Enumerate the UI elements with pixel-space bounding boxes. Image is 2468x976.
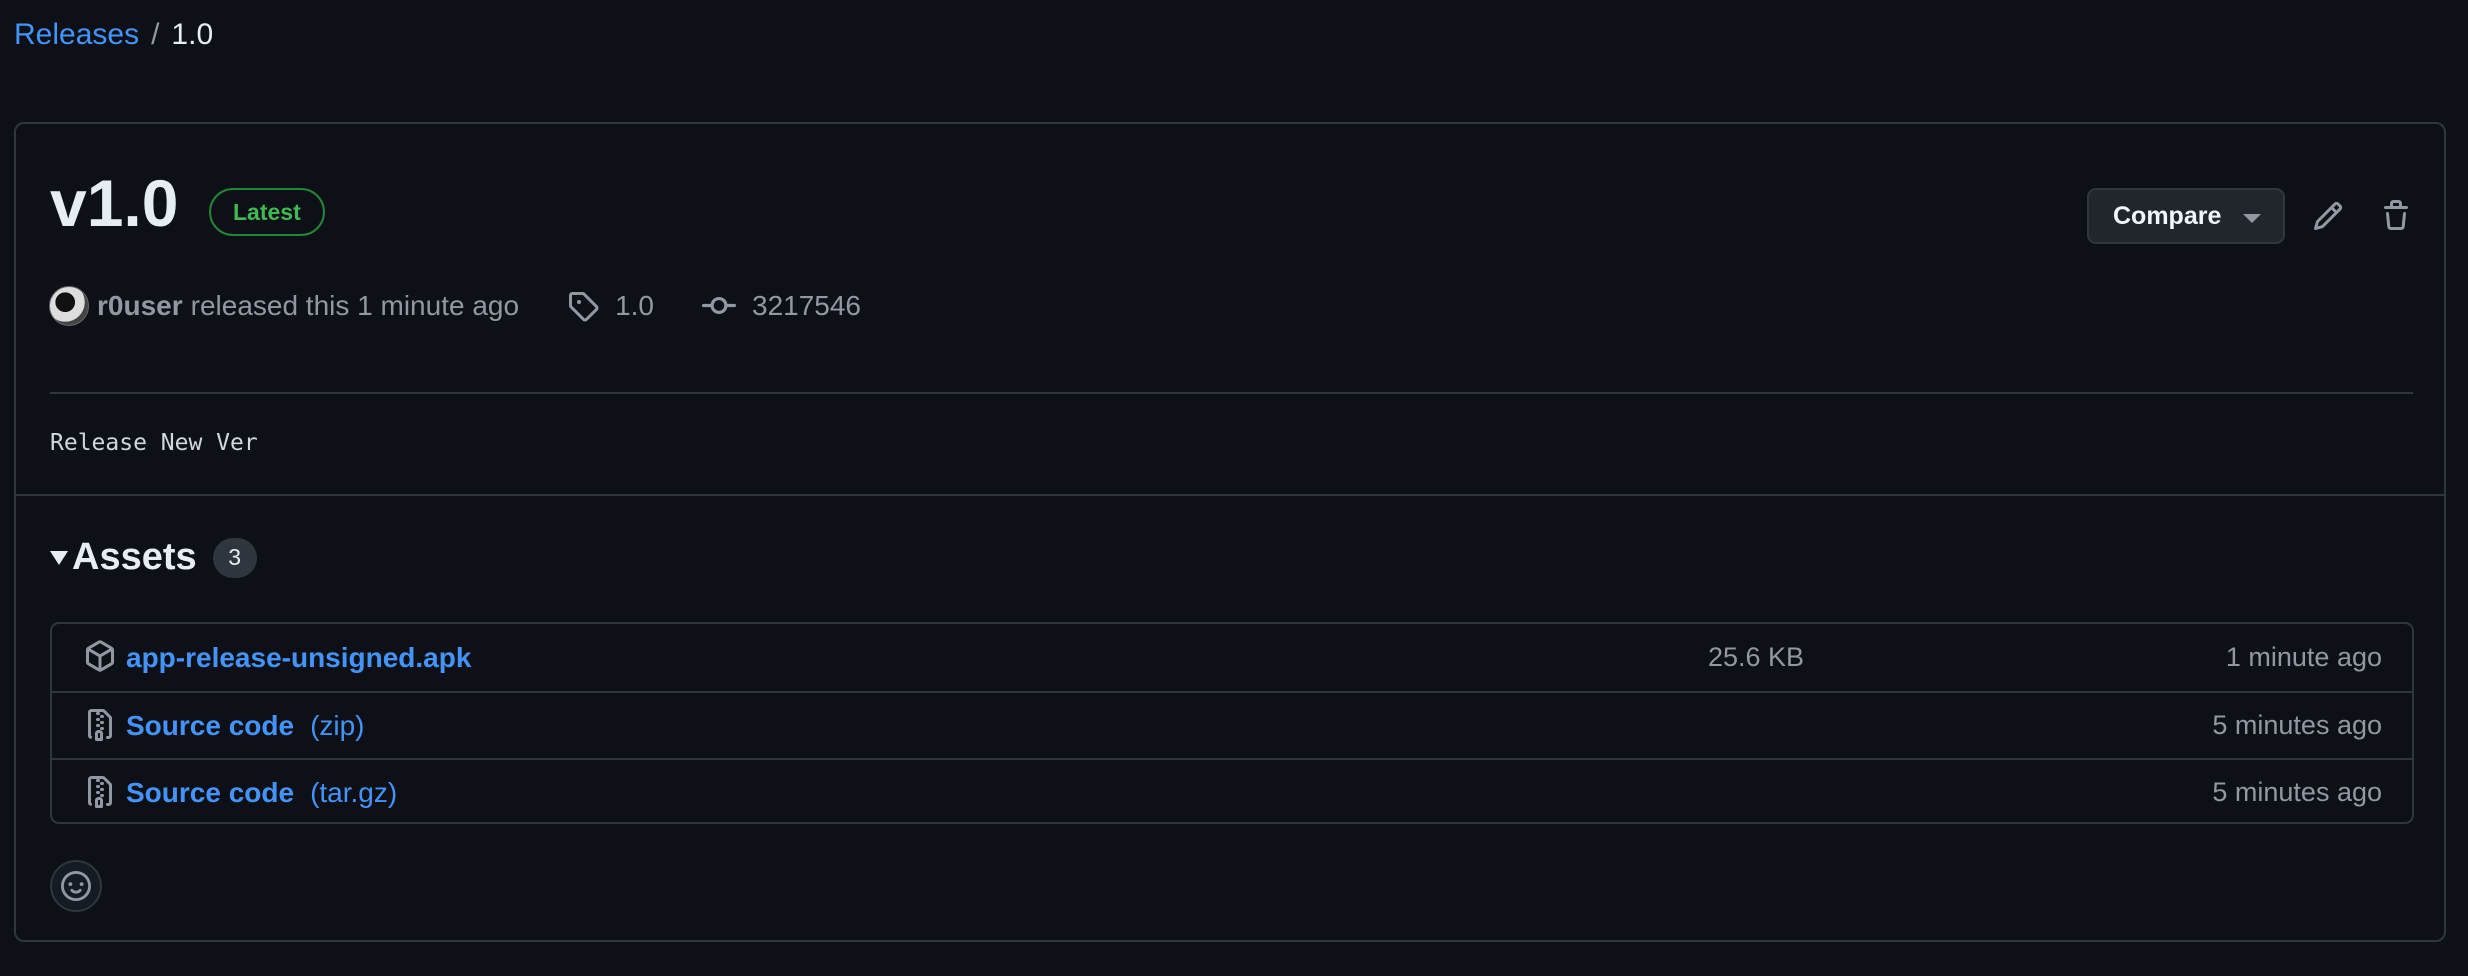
commit-link[interactable]: 3217546 [702, 289, 861, 323]
release-card: v1.0 Latest Compare r0user released this… [14, 122, 2446, 942]
assets-heading: Assets [72, 536, 197, 578]
tag-label: 1.0 [615, 290, 654, 321]
file-zip-icon [88, 709, 112, 741]
assets-list: app-release-unsigned.apk 25.6 KB 1 minut… [50, 622, 2414, 824]
breadcrumb-current: 1.0 [171, 18, 214, 51]
add-reaction-button[interactable] [50, 860, 102, 912]
divider [50, 392, 2413, 394]
breadcrumb: Releases / 1.0 [14, 18, 213, 52]
file-zip-icon [88, 776, 112, 808]
release-meta: r0user released this 1 minute ago 1.0 32… [49, 284, 861, 328]
pencil-icon [2313, 201, 2343, 231]
package-icon [86, 640, 114, 672]
asset-size: 25.6 KB [1708, 642, 1805, 672]
divider [16, 494, 2444, 496]
commit-icon [702, 296, 736, 314]
tag-icon [569, 292, 599, 322]
caret-down-icon [2243, 214, 2261, 223]
asset-link[interactable]: Source code (zip) [126, 710, 365, 742]
asset-name: app-release-unsigned.apk [126, 641, 472, 673]
triangle-down-icon [50, 550, 68, 565]
asset-time: 1 minute ago [2225, 642, 2382, 672]
asset-link[interactable]: Source code (tar.gz) [126, 777, 397, 809]
compare-label: Compare [2113, 201, 2222, 230]
edit-button[interactable] [2306, 194, 2350, 238]
latest-badge: Latest [209, 188, 325, 236]
asset-time: 5 minutes ago [2212, 710, 2382, 740]
breadcrumb-releases-link[interactable]: Releases [14, 18, 139, 52]
tag-link[interactable]: 1.0 [567, 290, 654, 322]
delete-button[interactable] [2374, 194, 2418, 238]
asset-time: 5 minutes ago [2212, 777, 2382, 807]
breadcrumb-separator: / [151, 18, 160, 51]
asset-name: Source code [126, 709, 295, 741]
smiley-icon [61, 871, 91, 901]
release-notes: Release New Ver [50, 430, 258, 456]
compare-button[interactable]: Compare [2087, 188, 2285, 244]
asset-row: app-release-unsigned.apk 25.6 KB 1 minut… [52, 624, 2412, 691]
asset-ext: (tar.gz) [310, 776, 398, 808]
released-text: released this 1 minute ago [190, 290, 520, 321]
avatar[interactable] [49, 286, 89, 326]
assets-count-badge: 3 [212, 537, 257, 578]
asset-name: Source code [126, 776, 295, 808]
asset-row: Source code (tar.gz) 5 minutes ago [52, 758, 2412, 822]
trash-icon [2384, 200, 2408, 230]
asset-ext: (zip) [310, 709, 365, 741]
author-link[interactable]: r0user [97, 290, 183, 322]
asset-row: Source code (zip) 5 minutes ago [52, 691, 2412, 758]
commit-hash: 3217546 [752, 290, 862, 321]
asset-link[interactable]: app-release-unsigned.apk [126, 642, 471, 674]
release-title: v1.0 [50, 166, 179, 240]
assets-toggle[interactable]: Assets 3 [50, 536, 257, 579]
